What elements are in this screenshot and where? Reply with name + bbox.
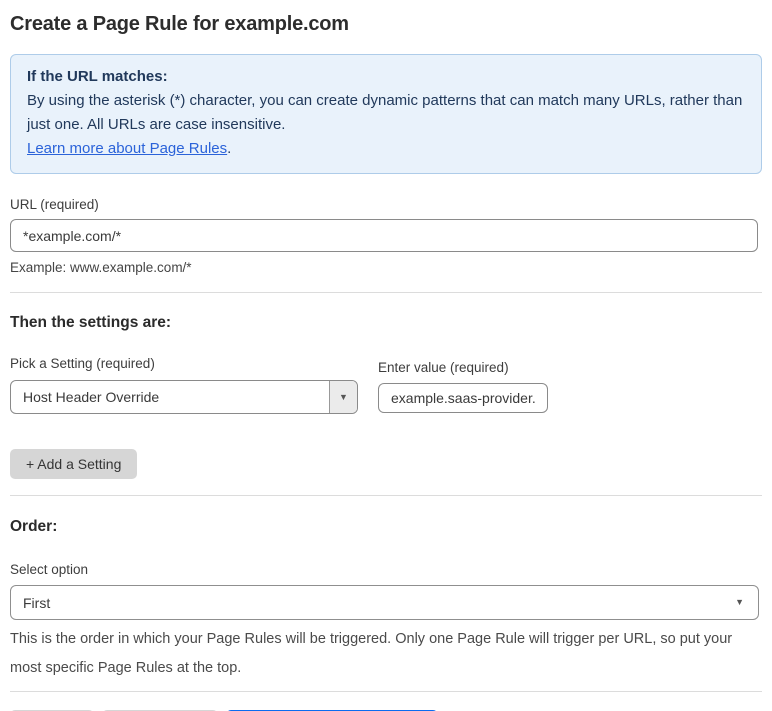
url-field-label: URL (required) [10,197,99,212]
add-setting-button[interactable]: + Add a Setting [10,449,138,479]
setting-picker-column: Pick a Setting (required) Host Header Ov… [10,356,358,414]
order-select-label: Select option [10,562,89,577]
divider [10,292,762,293]
info-box-heading: If the URL matches: [27,68,168,85]
setting-select-value: Host Header Override [23,389,160,405]
url-match-info-box: If the URL matches: By using the asteris… [10,54,762,174]
order-helper-text: This is the order in which your Page Rul… [10,631,733,676]
url-input[interactable] [10,219,758,252]
setting-value-input[interactable] [378,383,548,413]
divider [10,691,762,692]
info-box-body: By using the asterisk (*) character, you… [27,92,743,133]
link-suffix: . [227,140,232,157]
page-rule-form: Create a Page Rule for example.com If th… [0,10,772,711]
chevron-down-icon: ▼ [339,391,348,402]
order-section-heading: Order: [10,518,58,535]
setting-select-arrow-button[interactable]: ▼ [329,381,357,413]
value-field-label: Enter value (required) [378,360,509,375]
setting-value-column: Enter value (required) [378,360,548,414]
divider [10,495,762,496]
settings-row: Pick a Setting (required) Host Header Ov… [10,356,762,414]
chevron-down-icon: ▼ [735,597,744,607]
setting-select-label: Pick a Setting (required) [10,356,155,371]
page-title: Create a Page Rule for example.com [10,13,349,35]
order-select-value: First [23,594,51,611]
url-field-helper: Example: www.example.com/* [10,260,192,275]
info-box-link-line: Learn more about Page Rules. [27,137,745,161]
settings-section-heading: Then the settings are: [10,314,172,331]
order-select[interactable]: First ▼ [10,585,759,620]
learn-more-link[interactable]: Learn more about Page Rules [27,140,227,157]
setting-select[interactable]: Host Header Override ▼ [10,380,358,414]
